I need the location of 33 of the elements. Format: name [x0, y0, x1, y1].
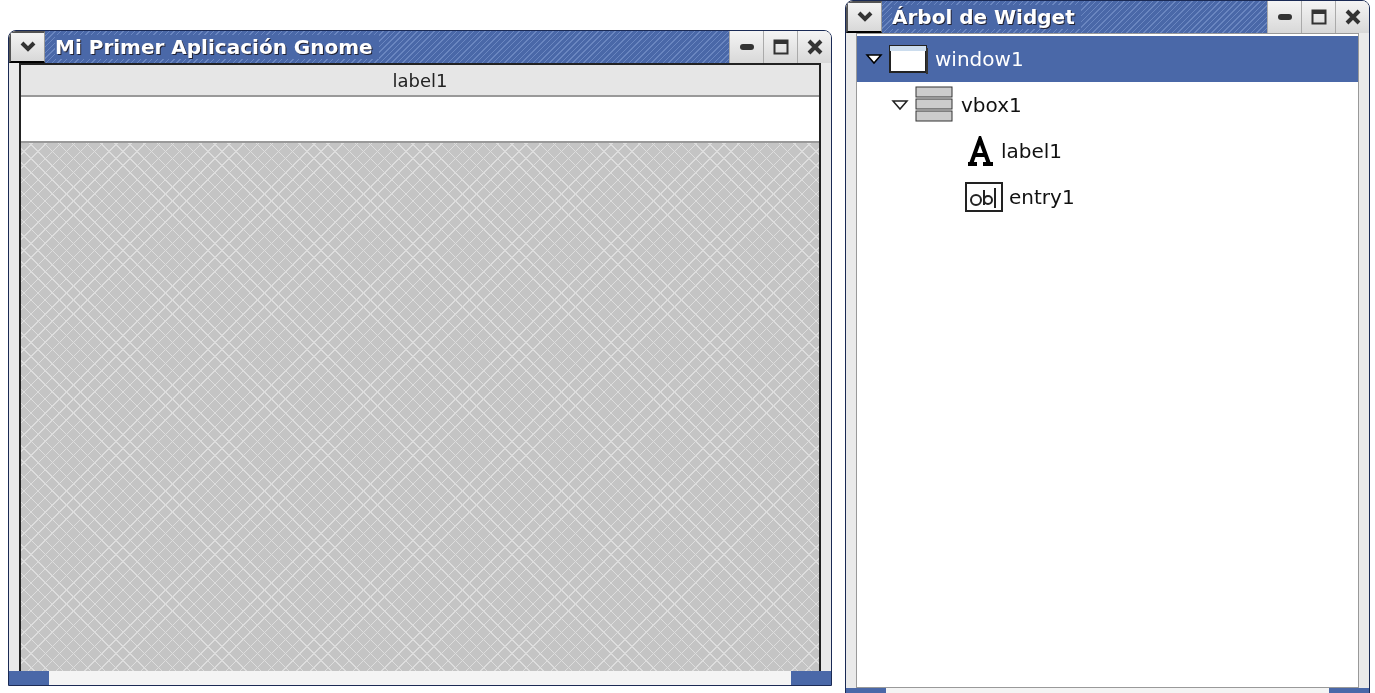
close-button[interactable] — [797, 31, 831, 63]
tree-item-label: entry1 — [1009, 185, 1075, 209]
window-icon — [889, 44, 929, 74]
minimize-button[interactable] — [729, 31, 763, 63]
tree-row[interactable]: vbox1 — [857, 82, 1358, 128]
minimize-button[interactable] — [1267, 1, 1301, 33]
maximize-icon — [772, 39, 789, 55]
close-icon — [1344, 9, 1361, 25]
stacked-bars-icon — [915, 85, 955, 125]
window-menu-button[interactable] — [9, 31, 45, 63]
close-icon — [806, 39, 823, 55]
maximize-button[interactable] — [763, 31, 797, 63]
tree-item-label: label1 — [1001, 139, 1063, 163]
window-title: Árbol de Widget — [892, 5, 1081, 29]
letter-a-icon — [965, 136, 995, 166]
tree-item-label: vbox1 — [961, 93, 1022, 117]
label-text: label1 — [392, 69, 448, 91]
window-menu-button[interactable] — [846, 1, 882, 33]
tree-row[interactable]: window1 — [857, 36, 1358, 82]
expander-down-icon[interactable] — [865, 53, 883, 65]
chevron-down-icon — [856, 11, 873, 23]
maximize-icon — [1310, 9, 1327, 25]
maximize-button[interactable] — [1301, 1, 1335, 33]
minimize-icon — [1276, 13, 1293, 21]
chevron-down-icon — [19, 41, 36, 53]
expander-down-icon[interactable] — [891, 99, 909, 111]
close-button[interactable] — [1335, 1, 1369, 33]
tree-row[interactable]: label1 — [857, 128, 1358, 174]
text-entry-icon — [965, 182, 1003, 212]
window-title: Mi Primer Aplicación Gnome — [55, 35, 379, 59]
tree-row[interactable]: entry1 — [857, 174, 1358, 220]
tree-item-label: window1 — [935, 47, 1024, 71]
minimize-icon — [738, 43, 755, 51]
